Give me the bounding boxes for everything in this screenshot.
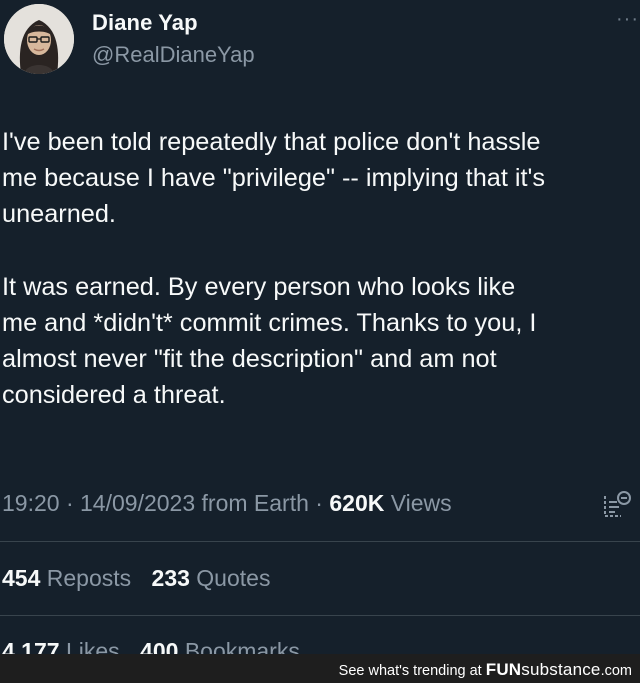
divider [0,615,640,616]
watermark-brand-fun: FUN [485,660,522,679]
avatar-photo [4,4,74,74]
tweet-line: considered a threat. [2,381,226,410]
reposts-label[interactable]: Reposts [47,565,131,591]
views-count: 620K [329,490,385,516]
watermark-text: See what's trending at FUNsubstance.com [339,660,632,680]
more-options-icon[interactable]: ··· [616,9,639,29]
tweet-time[interactable]: 19:20 [2,490,60,516]
tweet-source: from Earth [195,490,309,516]
watermark-brand-suffix: .com [600,663,632,679]
reposts-count[interactable]: 454 [2,565,40,591]
author-handle[interactable]: @RealDianeYap [92,42,255,68]
views-label: Views [384,490,452,516]
tweet-line: almost never "fit the description" and a… [2,345,497,374]
tweet-line: unearned. [2,200,116,229]
tweet-line: me because I have "privilege" -- implyin… [2,164,546,193]
tweet-line: me and *didn't* commit crimes. Thanks to… [2,308,537,337]
tweet-meta: 19:20 · 14/09/2023 from Earth · 620K Vie… [2,490,452,517]
tweet-line: It was earned. By every person who looks… [2,272,516,301]
quotes-count[interactable]: 233 [152,565,190,591]
meta-separator: · [59,490,81,516]
tweet-text: I've been told repeatedly that police do… [2,124,640,414]
watermark-banner: See what's trending at FUNsubstance.com [0,654,640,683]
tweet-header: Diane Yap @RealDianeYap ··· [0,0,640,90]
tweet-line [2,233,640,269]
tweet-line: I've been told repeatedly that police do… [2,128,541,156]
divider [0,541,640,542]
author-name[interactable]: Diane Yap [92,10,198,36]
quotes-label[interactable]: Quotes [196,565,270,591]
watermark-brand-rest: substance [521,660,601,679]
repost-stats: 454 Reposts 233 Quotes [2,565,270,592]
meta-separator: · [308,490,330,516]
avatar[interactable] [4,4,74,74]
watermark-prefix: See what's trending at [338,663,486,679]
tweet-date[interactable]: 14/09/2023 [80,490,195,516]
analytics-icon[interactable] [598,487,634,523]
